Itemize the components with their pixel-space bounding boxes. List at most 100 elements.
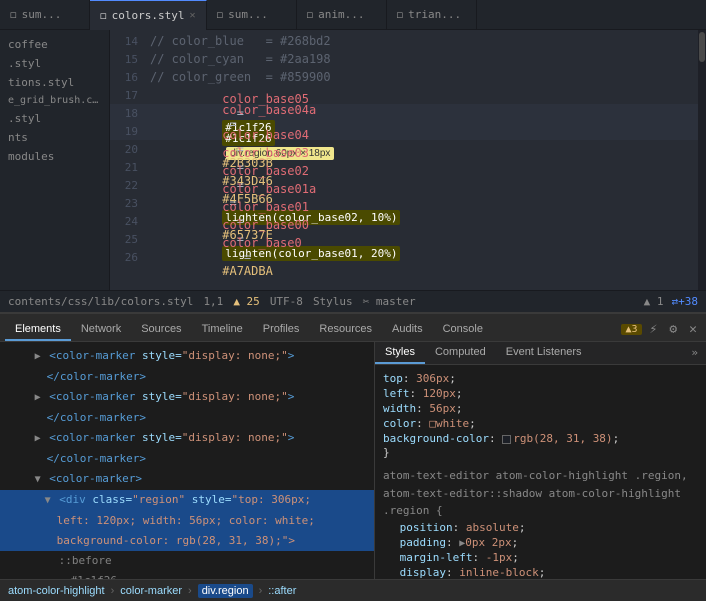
sidebar-item-grid[interactable]: e_grid_brush.coffee (0, 92, 109, 109)
dom-arrow-8[interactable]: ▼ (45, 495, 51, 506)
line-num-14: 14 (118, 35, 138, 48)
devtool-tab-resources[interactable]: Resources (309, 319, 382, 341)
status-position: 1,1 (203, 295, 223, 308)
dom-panel[interactable]: ▶ <color-marker style="display: none;"> … (0, 342, 375, 579)
line-num-21: 21 (118, 161, 138, 174)
inline-styles-block: top: 306px; left: 120px; width: 56px; co… (383, 371, 698, 459)
dom-arrow-5[interactable]: ▶ (35, 433, 41, 444)
tab-sum2[interactable]: ◻ sum... (207, 0, 297, 30)
status-arrows[interactable]: ⇄+38 (672, 295, 699, 308)
sidebar-item-nts[interactable]: nts (0, 128, 109, 147)
code-editor[interactable]: 14 // color_blue = #268bd2 15 // color_c… (110, 30, 706, 290)
tab-label-anim: anim... (318, 8, 364, 21)
dom-line-1[interactable]: ▶ <color-marker style="display: none;"> (0, 346, 374, 367)
line-num-24: 24 (118, 215, 138, 228)
devtool-tab-network[interactable]: Network (71, 319, 131, 341)
styles-content: top: 306px; left: 120px; width: 56px; co… (375, 365, 706, 579)
styles-tab-computed[interactable]: Computed (425, 342, 496, 364)
style-inline-bgcolor: background-color: rgb(28, 31, 38); (383, 431, 698, 446)
line-num-25: 25 (118, 233, 138, 246)
style-inline-width: width: 56px; (383, 401, 698, 416)
dom-arrow-1[interactable]: ▶ (35, 351, 41, 362)
tab-anim[interactable]: ◻ anim... (297, 0, 387, 30)
tab-icon-sum2: ◻ (217, 8, 224, 21)
code-line-26: 26 color_base0 = #A7ADBA (110, 248, 706, 266)
dom-line-7[interactable]: ▼ <color-marker> (0, 469, 374, 490)
line-num-18: 18 (118, 107, 138, 120)
devtools-tabs-bar: Elements Network Sources Timeline Profil… (0, 314, 706, 342)
dom-line-8b[interactable]: left: 120px; width: 56px; color: white; (0, 511, 374, 531)
tab-close-colors[interactable]: ✕ (189, 10, 195, 21)
style-rule-display: display: inline-block; (383, 565, 698, 579)
rule-styles-block: atom-text-editor atom-color-highlight .r… (383, 467, 698, 579)
code-line-14: 14 // color_blue = #268bd2 (110, 32, 706, 50)
status-changes: ▲ 1 (644, 295, 664, 308)
line-num-16: 16 (118, 71, 138, 84)
devtool-tab-profiles[interactable]: Profiles (253, 319, 310, 341)
editor-scrollbar[interactable] (698, 30, 706, 290)
devtool-tab-elements[interactable]: Elements (5, 319, 71, 341)
line-num-22: 22 (118, 179, 138, 192)
breadcrumb-div-region[interactable]: div.region (198, 584, 253, 598)
devtools-icons: ▲3 ⚡ ⚙ ✕ (621, 320, 701, 341)
tab-icon-trian: ◻ (397, 8, 404, 21)
dom-line-8c[interactable]: background-color: rgb(28, 31, 38);"> (0, 531, 374, 551)
style-inline-left: left: 120px; (383, 386, 698, 401)
rule-selector: atom-text-editor atom-color-highlight .r… (383, 467, 698, 520)
tabs-bar: ◻ sum... ◻ colors.styl ✕ ◻ sum... ◻ anim… (0, 0, 706, 30)
styles-panel: Styles Computed Event Listeners » top: 3… (375, 342, 706, 579)
breadcrumb-atom-color-highlight[interactable]: atom-color-highlight (8, 585, 105, 597)
devtool-tab-timeline[interactable]: Timeline (192, 319, 253, 341)
sidebar-item-coffee[interactable]: coffee (0, 35, 109, 54)
tab-icon-sum1: ◻ (10, 8, 17, 21)
devtools-execution-icon[interactable]: ⚡ (646, 320, 662, 339)
tab-trian[interactable]: ◻ trian... (387, 0, 477, 30)
devtools-content: ▶ <color-marker style="display: none;"> … (0, 342, 706, 579)
dom-arrow-7[interactable]: ▼ (35, 474, 41, 485)
sidebar-item-styl1[interactable]: .styl (0, 54, 109, 73)
status-encoding: UTF-8 (270, 295, 303, 308)
dom-line-3[interactable]: ▶ <color-marker style="display: none;"> (0, 387, 374, 408)
devtools-bottom-bar: atom-color-highlight › color-marker › di… (0, 579, 706, 601)
status-branch: ✂ master (363, 295, 416, 308)
line-content-15: // color_cyan = #2aa198 (150, 52, 698, 66)
dom-line-5[interactable]: ▶ <color-marker style="display: none;"> (0, 428, 374, 449)
sidebar-item-styl2[interactable]: .styl (0, 109, 109, 128)
styles-tab-events[interactable]: Event Listeners (496, 342, 592, 364)
dom-line-4[interactable]: </color-marker> (0, 408, 374, 428)
color-swatch-bg (502, 435, 511, 444)
sidebar-item-modules[interactable]: modules (0, 147, 109, 166)
dom-line-9[interactable]: ::before (0, 551, 374, 571)
status-syntax: Stylus (313, 295, 353, 308)
warnings-badge: ▲3 (621, 324, 641, 335)
tab-sum1[interactable]: ◻ sum... (0, 0, 90, 30)
line-num-26: 26 (118, 251, 138, 264)
tab-colors[interactable]: ◻ colors.styl ✕ (90, 0, 207, 30)
styles-more[interactable]: » (683, 342, 706, 364)
devtools-settings-icon[interactable]: ⚙ (665, 320, 681, 339)
devtool-tab-console[interactable]: Console (433, 319, 493, 341)
dom-line-8[interactable]: ▼ <div class="region" style="top: 306px; (0, 490, 374, 511)
style-rule-padding: padding: ▶0px 2px; (383, 535, 698, 550)
breadcrumb-after[interactable]: ::after (268, 585, 296, 597)
line-num-17: 17 (118, 89, 138, 102)
tab-icon-anim: ◻ (307, 8, 314, 21)
dom-line-10[interactable]: #1c1f26 (0, 571, 374, 579)
styles-tab-styles[interactable]: Styles (375, 342, 425, 364)
status-warnings: ▲ 25 (233, 295, 260, 308)
style-inline-top: top: 306px; (383, 371, 698, 386)
status-right: ▲ 1 ⇄+38 (644, 295, 698, 308)
sidebar-item-tions[interactable]: tions.styl (0, 73, 109, 92)
tab-label-trian: trian... (408, 8, 461, 21)
line-content-14: // color_blue = #268bd2 (150, 34, 698, 48)
editor-area: coffee .styl tions.styl e_grid_brush.cof… (0, 30, 706, 290)
left-sidebar: coffee .styl tions.styl e_grid_brush.cof… (0, 30, 110, 290)
dom-arrow-3[interactable]: ▶ (35, 392, 41, 403)
dom-line-6[interactable]: </color-marker> (0, 449, 374, 469)
dom-line-2[interactable]: </color-marker> (0, 367, 374, 387)
devtools-close-icon[interactable]: ✕ (685, 320, 701, 339)
code-line-15: 15 // color_cyan = #2aa198 (110, 50, 706, 68)
breadcrumb-color-marker[interactable]: color-marker (120, 585, 182, 597)
devtool-tab-audits[interactable]: Audits (382, 319, 433, 341)
devtool-tab-sources[interactable]: Sources (131, 319, 191, 341)
